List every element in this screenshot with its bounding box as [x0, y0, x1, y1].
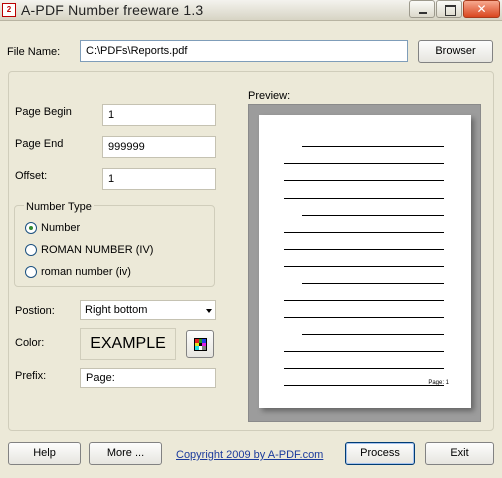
exit-button[interactable]: Exit — [425, 442, 494, 465]
preview-text-line — [284, 163, 444, 164]
preview-text-line — [284, 317, 444, 318]
radio-roman-upper-label: ROMAN NUMBER (IV) — [41, 244, 154, 256]
color-picker-button[interactable] — [186, 330, 214, 358]
browse-button[interactable]: Browser — [418, 40, 493, 63]
position-label: Postion: — [15, 305, 55, 317]
palette-icon — [194, 338, 207, 351]
preview-text-line — [284, 198, 444, 199]
page-end-input[interactable]: 999999 — [102, 136, 216, 158]
preview-text-line — [284, 232, 444, 233]
help-button[interactable]: Help — [8, 442, 81, 465]
window-title: A-PDF Number freeware 1.3 — [21, 2, 204, 18]
page-end-label: Page End — [15, 138, 64, 150]
preview-text-line — [302, 146, 444, 147]
maximize-button[interactable] — [436, 0, 462, 18]
preview-text-line — [302, 215, 444, 216]
page-begin-input[interactable]: 1 — [102, 104, 216, 126]
page-begin-label: Page Begin — [15, 106, 72, 118]
position-value: Right bottom — [85, 304, 148, 316]
radio-roman-upper[interactable]: ROMAN NUMBER (IV) — [25, 243, 153, 257]
position-select[interactable]: Right bottom — [80, 300, 216, 320]
app-icon: 2 — [2, 3, 16, 17]
prefix-label: Prefix: — [15, 370, 47, 382]
preview-panel: Page: 1 — [248, 104, 481, 422]
offset-input[interactable]: 1 — [102, 168, 216, 190]
minimize-button[interactable] — [409, 0, 435, 18]
preview-text-line — [302, 334, 444, 335]
preview-text-line — [284, 180, 444, 181]
radio-number-label: Number — [41, 222, 81, 234]
radio-roman-lower-label: roman number (iv) — [41, 266, 131, 278]
radio-number[interactable]: Number — [25, 221, 80, 235]
main-window: 2 A-PDF Number freeware 1.3 File Name: C… — [0, 0, 502, 478]
color-label: Color: — [15, 337, 45, 349]
chevron-down-icon — [206, 309, 212, 313]
process-button[interactable]: Process — [345, 442, 415, 465]
preview-text-line — [284, 385, 444, 386]
title-bar[interactable]: 2 A-PDF Number freeware 1.3 — [0, 0, 502, 21]
more-button[interactable]: More ... — [89, 442, 162, 465]
preview-text-line — [284, 368, 444, 369]
file-name-input[interactable]: C:\PDFs\Reports.pdf — [80, 40, 408, 62]
number-type-title: Number Type — [24, 201, 94, 213]
preview-page-number: Page: 1 — [428, 380, 449, 386]
preview-text-line — [284, 266, 444, 267]
preview-text-line — [302, 283, 444, 284]
offset-label: Offset: — [15, 170, 48, 182]
preview-text-line — [284, 300, 444, 301]
radio-button-checked[interactable] — [25, 222, 37, 234]
preview-page: Page: 1 — [259, 115, 471, 408]
radio-roman-lower[interactable]: roman number (iv) — [25, 265, 131, 279]
copyright-link[interactable]: Copyright 2009 by A-PDF.com — [176, 449, 323, 461]
radio-button[interactable] — [25, 266, 37, 278]
close-button[interactable] — [463, 0, 500, 18]
file-name-label: File Name: — [7, 46, 61, 58]
preview-label: Preview: — [248, 90, 291, 102]
color-example: EXAMPLE — [80, 328, 176, 360]
preview-text-line — [284, 351, 444, 352]
preview-text-line — [284, 249, 444, 250]
prefix-input[interactable]: Page: — [80, 368, 216, 388]
radio-button[interactable] — [25, 244, 37, 256]
